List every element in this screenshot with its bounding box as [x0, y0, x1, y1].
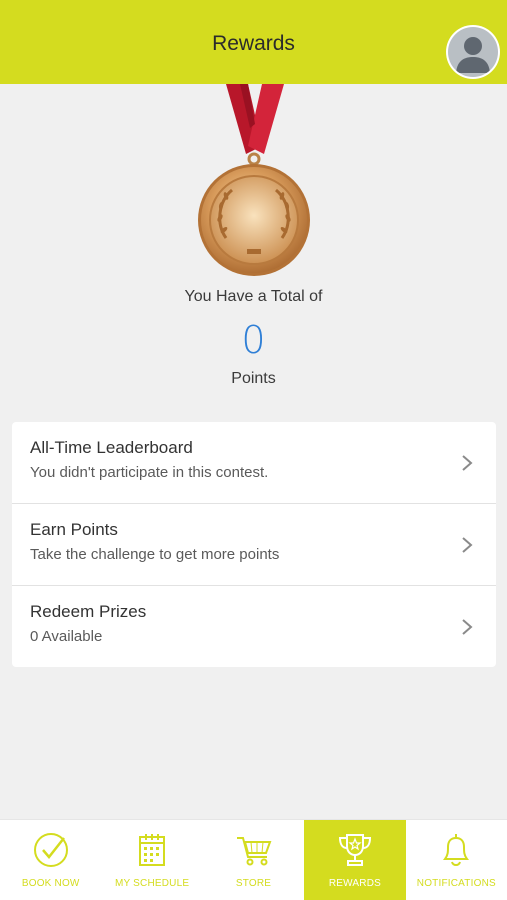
tab-my-schedule[interactable]: MY SCHEDULE — [101, 820, 202, 900]
tab-label: BOOK NOW — [21, 878, 80, 889]
tab-label: REWARDS — [328, 878, 381, 889]
points-total-label: You Have a Total of — [184, 288, 323, 305]
tab-label: NOTIFICATIONS — [416, 878, 496, 889]
rewards-menu: All-Time Leaderboard You didn't particip… — [12, 422, 496, 667]
medal-icon — [198, 84, 310, 276]
tab-label: MY SCHEDULE — [114, 878, 190, 889]
tab-label: STORE — [235, 878, 272, 889]
points-unit-label: Points — [231, 370, 276, 387]
menu-item-subtitle: 0 Available — [30, 628, 103, 645]
menu-item-title: All-Time Leaderboard — [30, 438, 193, 457]
tab-rewards[interactable]: REWARDS — [304, 820, 406, 900]
page-title: Rewards — [212, 32, 295, 55]
calendar-icon — [139, 834, 166, 866]
user-icon — [448, 27, 498, 77]
chevron-right-icon — [462, 455, 473, 471]
check-circle-icon — [33, 833, 68, 867]
menu-item-leaderboard[interactable]: All-Time Leaderboard You didn't particip… — [12, 422, 496, 504]
cart-icon — [236, 837, 271, 866]
bottom-tab-bar: BOOK NOW MY SCHEDULE STORE REWARDS NOTIF… — [0, 819, 507, 900]
tab-book-now[interactable]: BOOK NOW — [0, 820, 101, 900]
bell-icon — [443, 834, 470, 866]
menu-item-earn-points[interactable]: Earn Points Take the challenge to get mo… — [12, 504, 496, 586]
menu-item-redeem-prizes[interactable]: Redeem Prizes 0 Available — [12, 586, 496, 668]
trophy-icon — [338, 834, 371, 866]
points-value: 0 — [241, 318, 266, 362]
menu-item-subtitle: Take the challenge to get more points — [30, 546, 280, 563]
medal — [0, 84, 507, 284]
avatar[interactable] — [446, 25, 500, 79]
chevron-right-icon — [462, 537, 473, 553]
menu-item-title: Redeem Prizes — [30, 602, 147, 621]
tab-store[interactable]: STORE — [203, 820, 304, 900]
tab-notifications[interactable]: NOTIFICATIONS — [406, 820, 507, 900]
app-header: Rewards — [0, 0, 507, 84]
chevron-right-icon — [462, 619, 473, 635]
menu-item-title: Earn Points — [30, 520, 118, 539]
menu-item-subtitle: You didn't participate in this contest. — [30, 464, 269, 481]
